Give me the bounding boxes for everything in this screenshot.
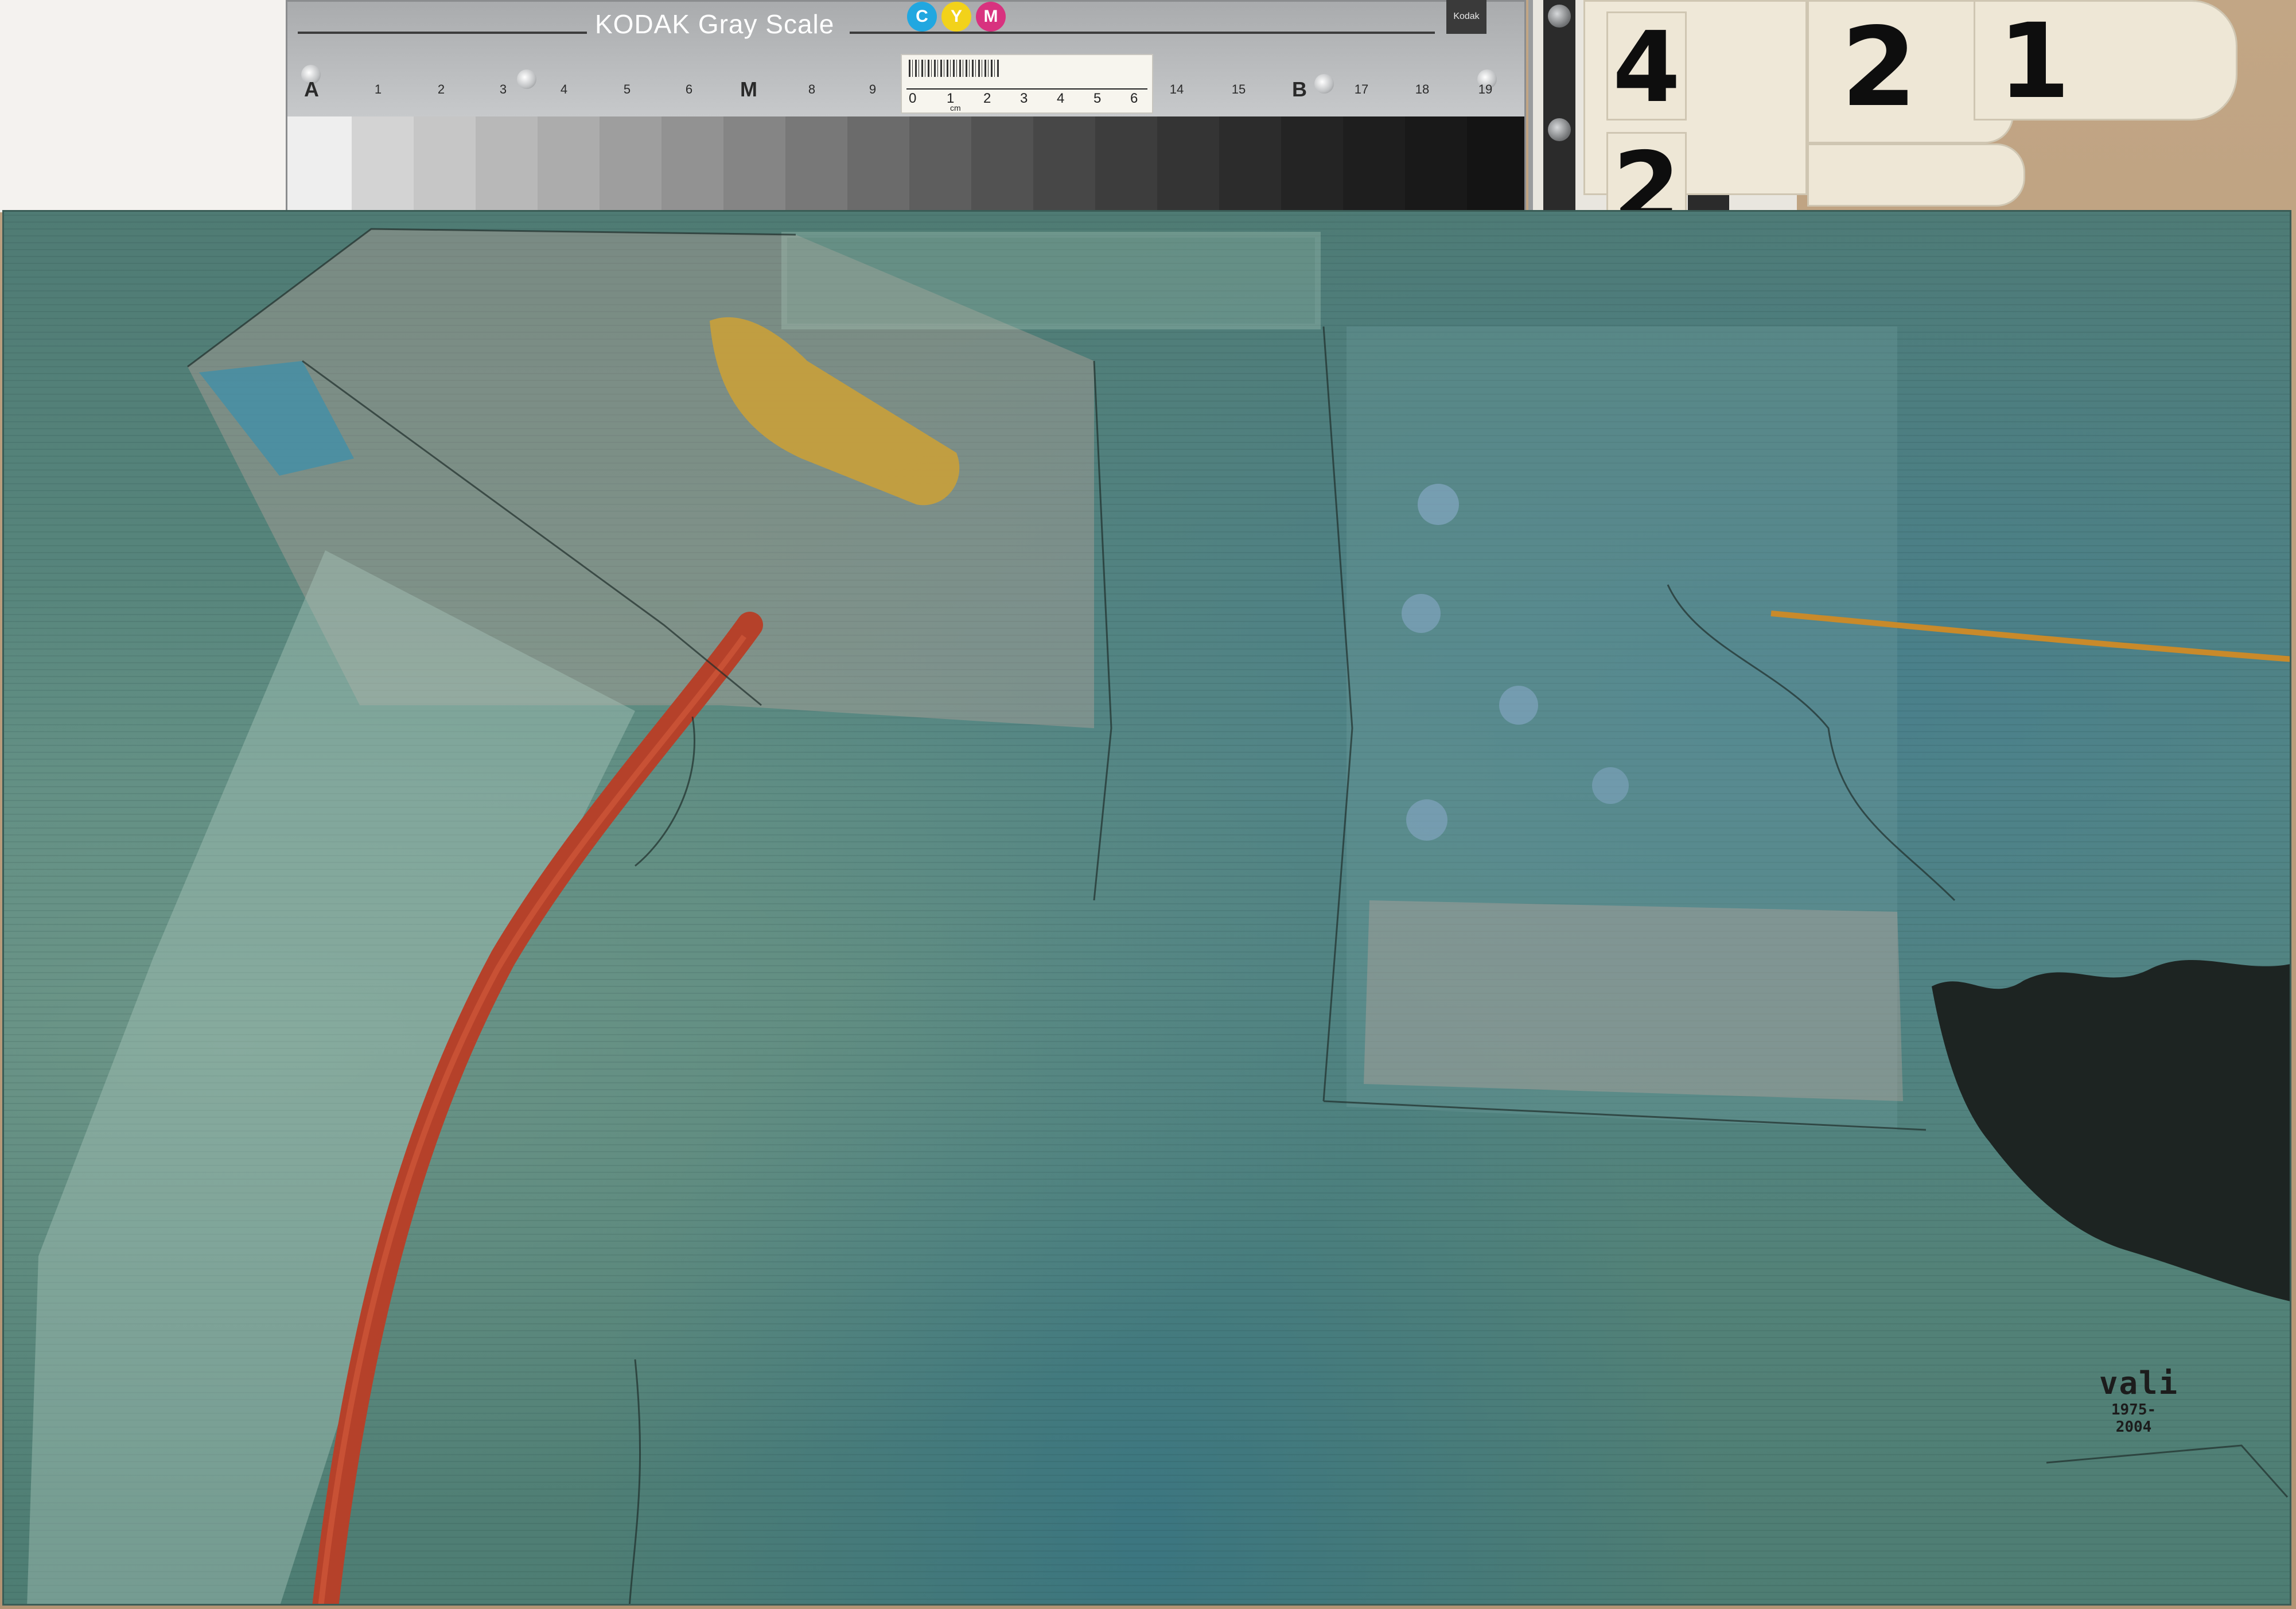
pink-band xyxy=(1364,900,1903,1101)
scale-label: 9 xyxy=(869,82,877,96)
gray-patch xyxy=(1219,116,1281,213)
ruler-sticker: 0 1 2 3 4 5 6 cm xyxy=(901,54,1153,114)
tag-number: 4 xyxy=(1606,11,1687,122)
card-screw xyxy=(517,69,536,89)
gray-patch xyxy=(476,116,538,213)
card-title: KODAK Gray Scale xyxy=(595,9,835,39)
scale-label: 3 xyxy=(499,82,507,96)
painting: vali 1975-2004 xyxy=(2,210,2291,1606)
scale-label-m: M xyxy=(740,77,757,101)
bolt xyxy=(1548,5,1571,28)
gray-patch xyxy=(847,116,909,213)
bolt xyxy=(1548,118,1571,141)
blue-dot xyxy=(1402,594,1441,633)
gray-patch xyxy=(1281,116,1343,213)
scale-label: 19 xyxy=(1478,82,1493,96)
ruler-number: 2 xyxy=(983,91,991,106)
ruler-number: 5 xyxy=(1093,91,1102,106)
gray-patch xyxy=(1405,116,1467,213)
gray-patch xyxy=(785,116,847,213)
scale-label: 1 xyxy=(374,82,382,96)
scale-label: 17 xyxy=(1354,82,1369,96)
tag-number: 2 xyxy=(1606,132,1687,212)
scale-label: 18 xyxy=(1415,82,1430,96)
tag-number: 1 xyxy=(1974,0,2237,122)
ruler-number: 0 xyxy=(909,91,917,106)
scale-label: 15 xyxy=(1231,82,1246,96)
scale-label: 5 xyxy=(623,82,631,96)
barcode xyxy=(909,60,1001,77)
tag-blank xyxy=(1807,143,2025,207)
gray-patch xyxy=(909,116,971,213)
ruler-number: 3 xyxy=(1020,91,1028,106)
signature-name: vali xyxy=(2099,1365,2179,1401)
gray-patch xyxy=(1095,116,1157,213)
blue-dot xyxy=(1499,686,1538,725)
scale-label: 14 xyxy=(1169,82,1184,96)
scale-label: 6 xyxy=(685,82,693,96)
card-rule-right xyxy=(850,32,1435,34)
gray-patch xyxy=(600,116,661,213)
ruler-unit: cm xyxy=(950,103,961,112)
ruler-number: 6 xyxy=(1130,91,1138,106)
gray-patch xyxy=(723,116,785,213)
signature-dates: 1975-2004 xyxy=(2111,1401,2157,1436)
blue-dot xyxy=(1406,799,1447,841)
artist-signature: vali 1975-2004 xyxy=(2099,1365,2179,1436)
ruler-number: 4 xyxy=(1057,91,1065,106)
painting-canvas xyxy=(4,212,2290,1604)
gray-patch xyxy=(1157,116,1219,213)
blue-dot xyxy=(1418,484,1459,525)
scale-label-b: B xyxy=(1292,77,1307,101)
card-rule-left xyxy=(298,32,587,34)
gray-patch xyxy=(971,116,1033,213)
white-background-strip xyxy=(0,0,287,212)
card-screw xyxy=(1314,74,1334,94)
gray-patch xyxy=(661,116,723,213)
ruler-line xyxy=(906,88,1147,90)
gray-patch xyxy=(1033,116,1095,213)
cyan-dot: C xyxy=(907,2,937,32)
scale-label: 2 xyxy=(437,82,445,96)
gray-patch xyxy=(1343,116,1405,213)
gray-patch xyxy=(352,116,414,213)
magenta-dot: M xyxy=(976,2,1006,32)
gray-patch xyxy=(414,116,476,213)
kodak-logo: Kodak xyxy=(1446,0,1486,34)
scale-label: 4 xyxy=(560,82,568,96)
yellow-dot: Y xyxy=(941,2,971,32)
scale-label: 8 xyxy=(808,82,816,96)
gray-patch xyxy=(287,116,352,213)
gray-patch xyxy=(1467,116,1524,213)
gray-patch xyxy=(538,116,600,213)
clamp-bar xyxy=(1543,0,1575,212)
top-rectangle xyxy=(781,232,1321,329)
scale-label-a: A xyxy=(304,77,319,101)
blue-dot xyxy=(1592,767,1629,804)
